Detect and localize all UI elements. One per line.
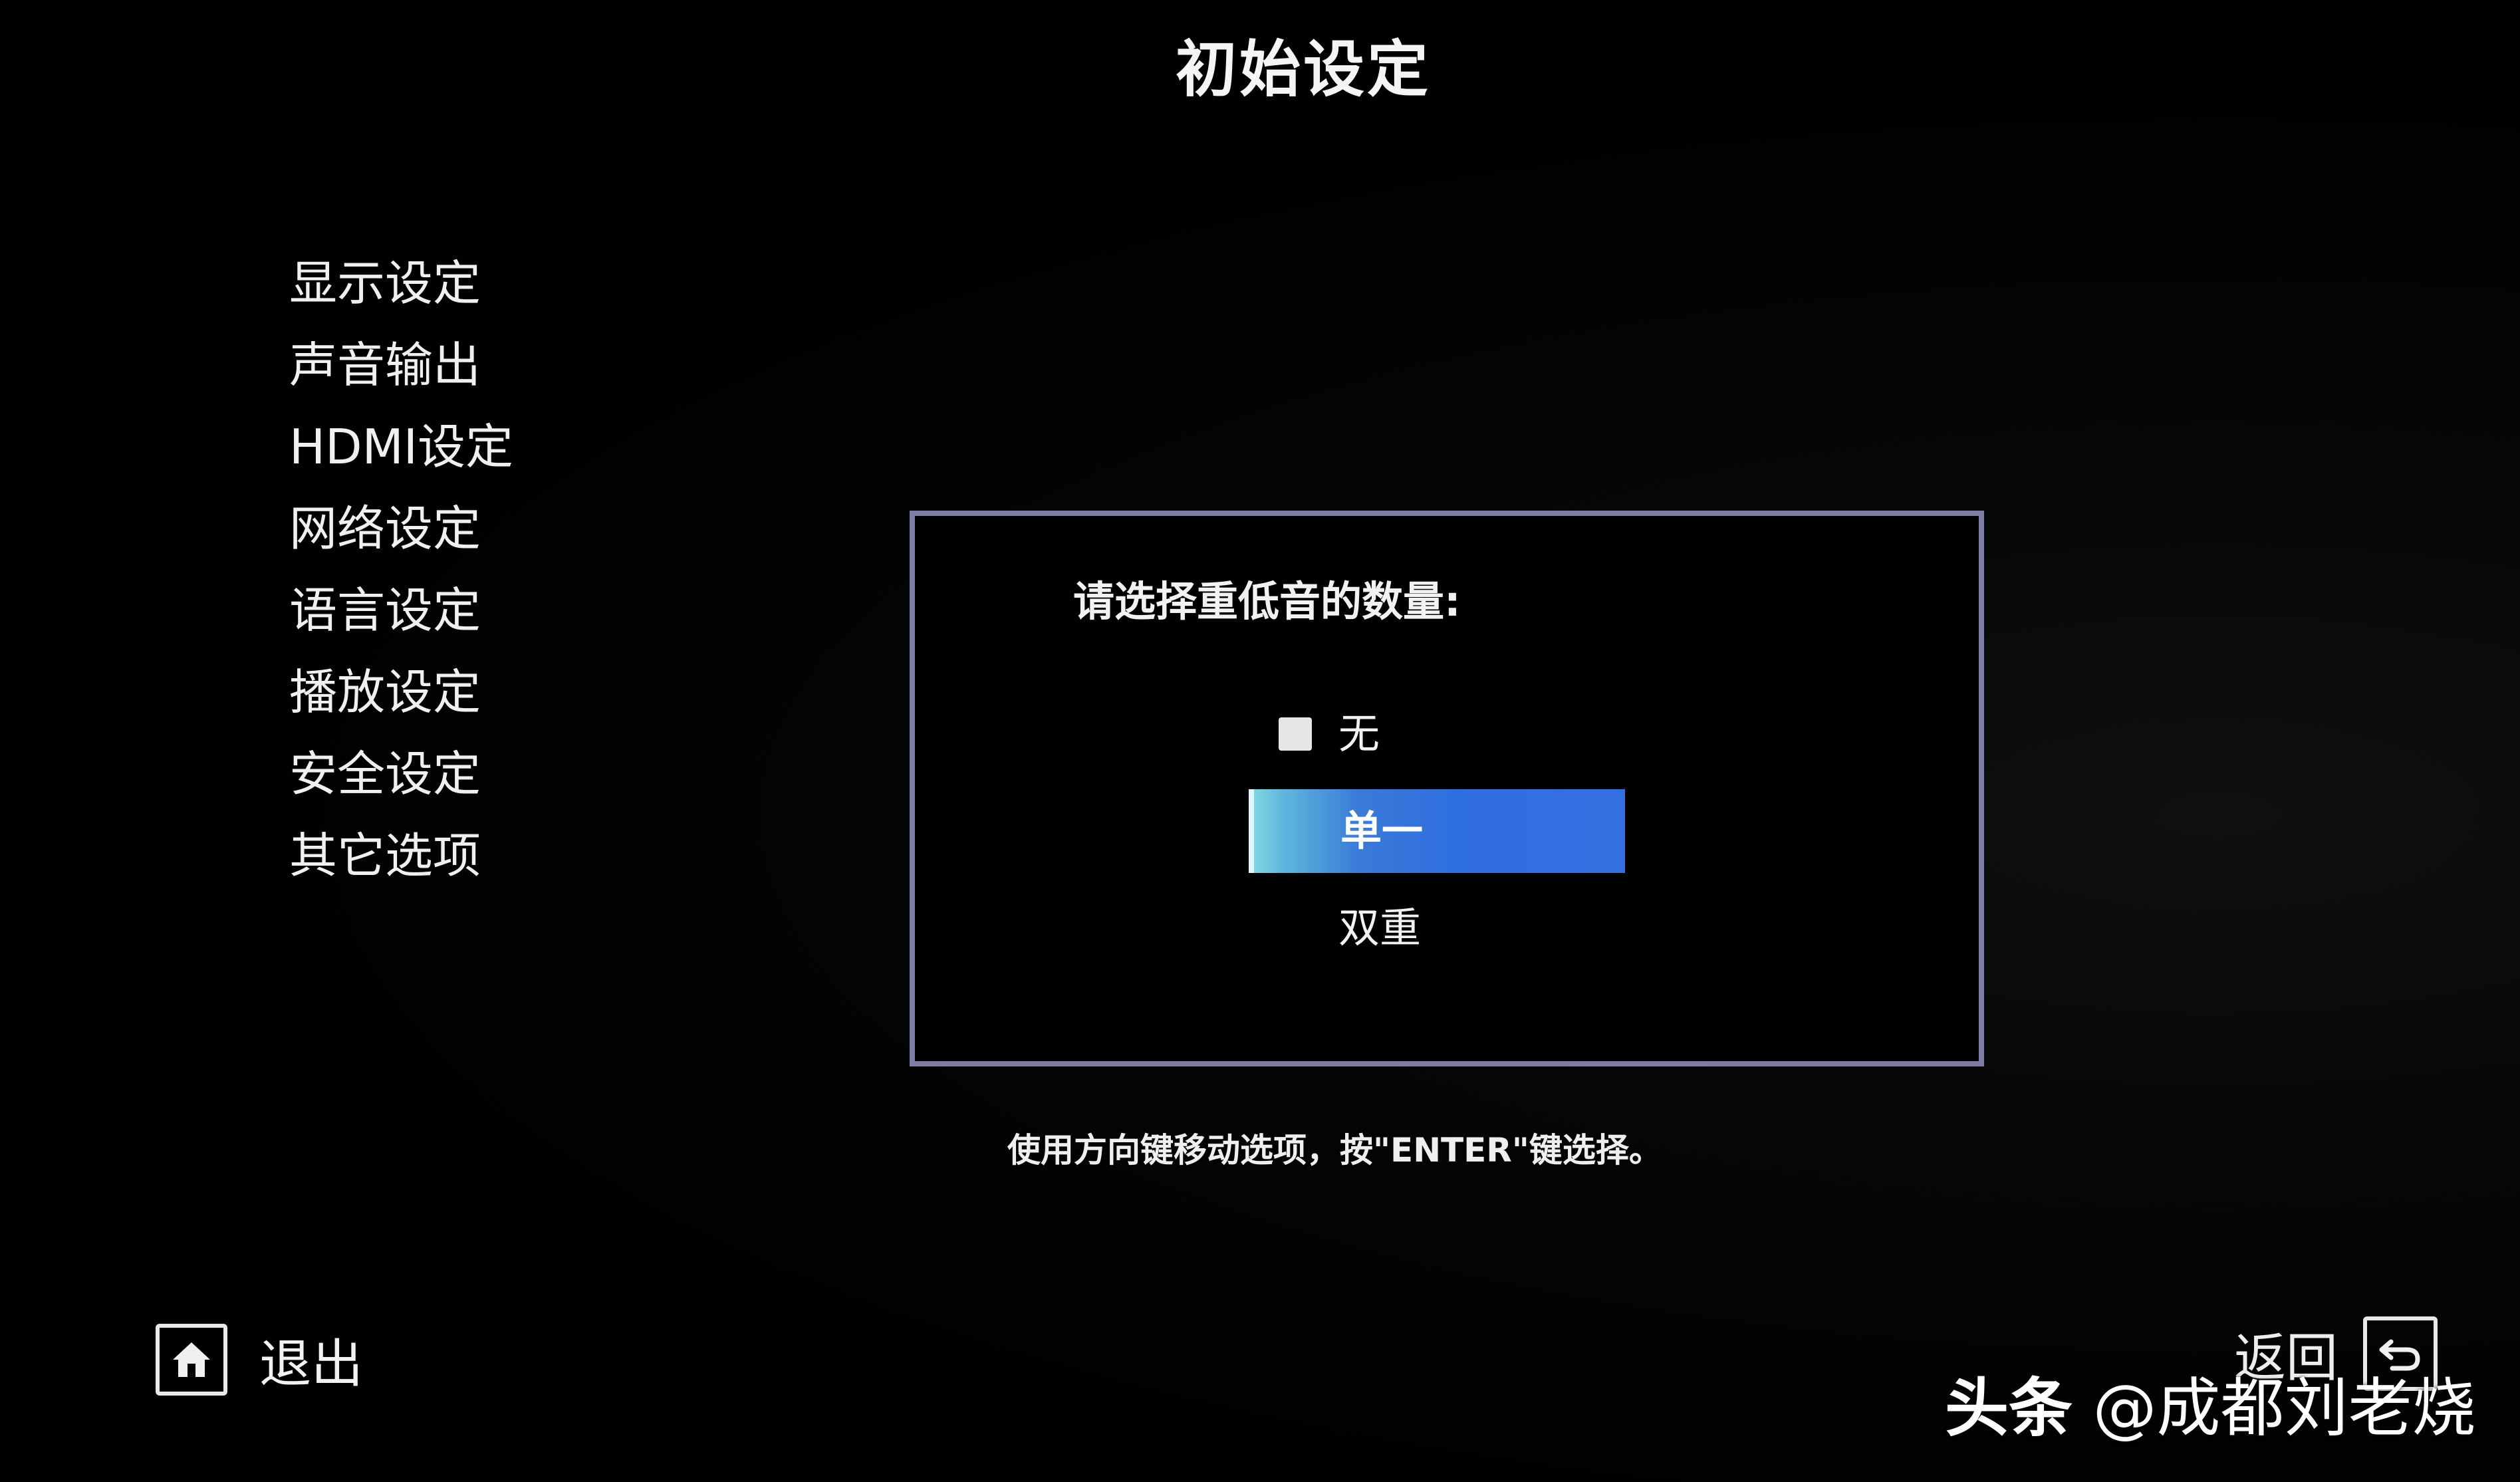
menu-item-hdmi-settings[interactable]: HDMI设定: [289, 406, 513, 488]
option-label: 无: [1338, 709, 1380, 758]
dialog-prompt: 请选择重低音的数量:: [1073, 577, 1461, 626]
exit-button[interactable]: 退出: [156, 1320, 363, 1400]
exit-label: 退出: [259, 1334, 364, 1394]
menu-item-playback-settings[interactable]: 播放设定: [289, 652, 513, 733]
menu-item-other-options[interactable]: 其它选项: [289, 815, 513, 897]
option-double[interactable]: 双重: [1249, 886, 1625, 970]
menu-item-display-settings[interactable]: 显示设定: [289, 243, 513, 324]
navigation-hint: 使用方向键移动选项，按"ENTER"键选择。: [1007, 1131, 1662, 1170]
subwoofer-count-dialog: 请选择重低音的数量: 无 单一 双重: [910, 511, 1984, 1066]
page-title: 初始设定: [1175, 34, 1431, 105]
menu-item-language-settings[interactable]: 语言设定: [289, 570, 513, 652]
home-icon: [156, 1324, 227, 1396]
watermark-handle: @成都刘老烧: [2092, 1371, 2476, 1445]
menu-item-audio-output[interactable]: 声音输出: [289, 324, 513, 406]
watermark: 头条 @成都刘老烧: [1945, 1356, 2476, 1449]
option-label: 双重: [1338, 904, 1422, 952]
menu-item-network-settings[interactable]: 网络设定: [289, 488, 513, 570]
option-label: 单一: [1340, 806, 1424, 855]
option-none[interactable]: 无: [1249, 692, 1625, 776]
menu-item-security-settings[interactable]: 安全设定: [289, 733, 513, 815]
tv-setup-screen: 初始设定 显示设定 声音输出 HDMI设定 网络设定 语言设定 播放设定 安全设…: [0, 0, 2520, 1482]
setup-menu: 显示设定 声音输出 HDMI设定 网络设定 语言设定 播放设定 安全设定 其它选…: [289, 243, 513, 897]
watermark-brand: 头条: [1945, 1371, 2073, 1445]
option-single-selected[interactable]: 单一: [1249, 789, 1625, 873]
checkbox-icon[interactable]: [1279, 717, 1312, 751]
